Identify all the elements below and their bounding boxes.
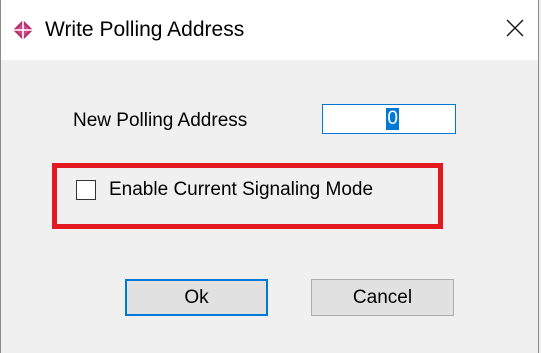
cancel-button[interactable]: Cancel	[311, 279, 454, 316]
title-bar: Write Polling Address	[1, 0, 538, 60]
polling-address-label: New Polling Address	[73, 110, 248, 131]
close-button[interactable]	[492, 0, 538, 60]
polling-address-input[interactable]: 0	[322, 104, 456, 134]
polling-address-value: 0	[386, 108, 399, 130]
diamond-app-icon	[13, 20, 33, 40]
close-icon	[506, 19, 524, 42]
dialog-window: Write Polling Address New Polling Addres…	[0, 0, 539, 353]
dialog-title: Write Polling Address	[45, 18, 245, 41]
ok-button[interactable]: Ok	[125, 279, 268, 316]
dialog-content: New Polling Address 0 Enable Current Sig…	[1, 60, 538, 353]
current-signaling-checkbox[interactable]	[76, 180, 96, 200]
current-signaling-label[interactable]: Enable Current Signaling Mode	[109, 178, 373, 202]
